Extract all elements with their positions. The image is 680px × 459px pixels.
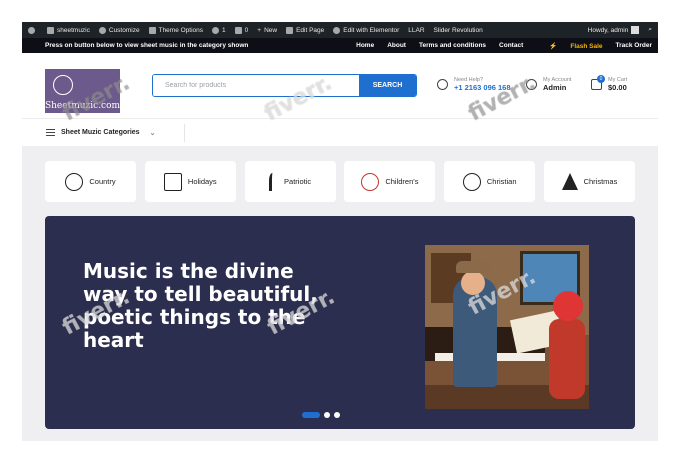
- hero-illustration: [425, 245, 589, 409]
- top-info-bar: Press on button below to view sheet musi…: [22, 38, 658, 53]
- topbar-notice: Press on button below to view sheet musi…: [45, 42, 249, 49]
- admin-edit-page-link[interactable]: Edit Page: [286, 26, 324, 34]
- nav-contact[interactable]: Contact: [499, 42, 523, 50]
- category-childrens-button[interactable]: Children's: [344, 161, 436, 202]
- scene-hat: [456, 261, 490, 273]
- slider-dot-2[interactable]: [324, 412, 330, 418]
- chevron-down-icon[interactable]: ⌄: [150, 129, 156, 137]
- avatar: [631, 26, 640, 34]
- nav-track-order[interactable]: Track Order: [616, 42, 653, 50]
- top-nav: Home About Terms and conditions Contact …: [343, 42, 652, 50]
- category-menu-bar: Sheet Muzic Categories ⌄: [22, 118, 658, 146]
- category-christian-button[interactable]: Christian: [444, 161, 536, 202]
- hero-slider[interactable]: Music is the divine way to tell beautifu…: [45, 216, 635, 429]
- admin-bar: sheetmuzic Customize Theme Options 1 0 +…: [22, 22, 658, 38]
- slider-dot-1[interactable]: [302, 412, 320, 418]
- headset-icon: [437, 79, 448, 90]
- cart-count-badge: 0: [597, 75, 605, 83]
- calendar-icon: [163, 172, 182, 191]
- scene-pianist-head: [461, 271, 485, 295]
- nav-terms[interactable]: Terms and conditions: [419, 42, 486, 50]
- admin-customize-link[interactable]: Customize: [98, 26, 140, 34]
- scene-clown-body: [549, 319, 585, 399]
- slider-dots: [302, 412, 340, 418]
- cart-total: $0.00: [608, 83, 627, 92]
- wordpress-logo-icon[interactable]: [28, 26, 38, 34]
- hero-headline: Music is the divine way to tell beautifu…: [83, 259, 318, 352]
- comment-icon: [234, 26, 242, 34]
- elementor-icon: [333, 26, 341, 34]
- theme-icon: [148, 26, 156, 34]
- children-icon: [361, 172, 380, 191]
- pencil-icon: [286, 26, 294, 34]
- admin-slider-revolution-link[interactable]: Slider Revolution: [434, 27, 483, 34]
- brush-icon: [98, 26, 106, 34]
- admin-llar-link[interactable]: LLAR: [408, 27, 424, 34]
- hamburger-icon[interactable]: [46, 129, 55, 136]
- site-logo[interactable]: Sheetmuzic.com: [45, 69, 120, 113]
- person-icon: [269, 172, 278, 191]
- admin-search-icon[interactable]: ⌕: [648, 26, 652, 34]
- admin-elementor-link[interactable]: Edit with Elementor: [333, 26, 399, 34]
- category-christmas-button[interactable]: Christmas: [543, 161, 635, 202]
- christmas-tree-icon: [561, 173, 578, 190]
- refresh-icon: [212, 26, 220, 34]
- admin-theme-options-link[interactable]: Theme Options: [148, 26, 203, 34]
- admin-new-link[interactable]: + New: [257, 27, 277, 34]
- category-country-button[interactable]: Country: [45, 161, 136, 202]
- feather-logo-icon: [53, 75, 73, 95]
- user-icon: [526, 79, 537, 90]
- help-contact[interactable]: Need Help? +1 2163 096 168: [437, 77, 511, 92]
- my-account[interactable]: My Account Admin: [526, 77, 571, 92]
- nav-about[interactable]: About: [387, 42, 406, 50]
- admin-user-menu[interactable]: Howdy, admin: [588, 26, 640, 34]
- search-input[interactable]: [153, 75, 359, 96]
- admin-comments-link[interactable]: 0: [234, 26, 248, 34]
- category-menu-toggle[interactable]: Sheet Muzic Categories: [61, 129, 140, 136]
- category-patriotic-button[interactable]: Patriotic: [244, 161, 336, 202]
- nav-flash-sale[interactable]: ⚡ Flash Sale: [536, 42, 602, 50]
- admin-updates-link[interactable]: 1: [212, 26, 226, 34]
- globe-icon: [65, 172, 84, 191]
- christian-icon: [462, 172, 481, 191]
- help-phone[interactable]: +1 2163 096 168: [454, 83, 511, 92]
- admin-site-link[interactable]: sheetmuzic: [47, 26, 90, 34]
- lightning-icon: ⚡: [549, 42, 558, 50]
- cart-icon: 0: [591, 75, 605, 90]
- slider-dot-3[interactable]: [334, 412, 340, 418]
- plus-icon: +: [257, 26, 262, 34]
- scene-clown-head: [553, 291, 583, 321]
- category-holidays-button[interactable]: Holidays: [144, 161, 236, 202]
- divider: [184, 124, 185, 142]
- account-value: Admin: [543, 83, 567, 92]
- product-search: SEARCH: [152, 74, 417, 97]
- category-buttons: Country Holidays Patriotic Children's Ch…: [45, 161, 635, 202]
- my-cart[interactable]: 0 My Cart $0.00: [591, 75, 627, 92]
- nav-home[interactable]: Home: [356, 42, 374, 50]
- home-icon: [47, 26, 54, 34]
- search-button[interactable]: SEARCH: [359, 75, 416, 96]
